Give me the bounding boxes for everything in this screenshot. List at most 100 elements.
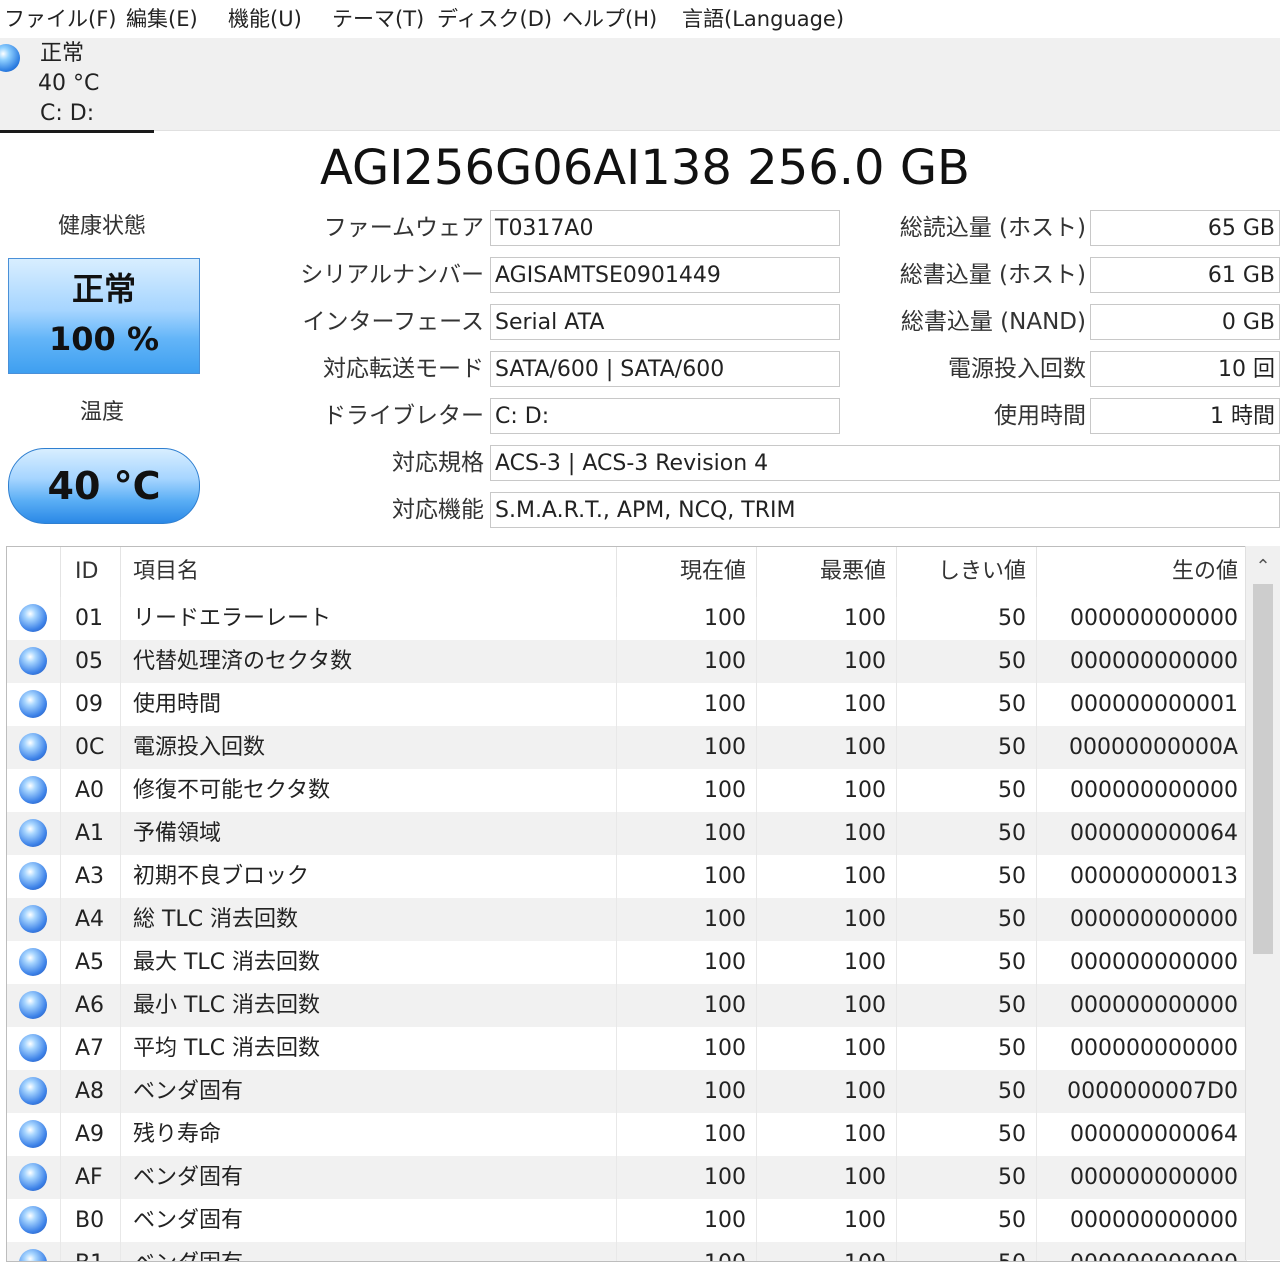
table-row[interactable]: A5 最大 TLC 消去回数 100 100 50 000000000000	[7, 941, 1247, 984]
table-row[interactable]: 09 使用時間 100 100 50 000000000001	[7, 683, 1247, 726]
table-row[interactable]: B1ベンダ固有10010050000000000000	[7, 1242, 1247, 1261]
status-cell	[7, 597, 61, 640]
table-row[interactable]: A8 ベンダ固有 100 100 50 0000000007D0	[7, 1070, 1247, 1113]
menu-help[interactable]: ヘルプ(H)	[562, 4, 657, 34]
header-name[interactable]: 項目名	[121, 547, 617, 597]
power-on-hours-label: 使用時間	[994, 403, 1086, 429]
cell-id: A0	[61, 769, 121, 812]
health-percent: 100 %	[49, 320, 159, 358]
cell-threshold: 50	[897, 812, 1037, 855]
scroll-thumb[interactable]	[1253, 584, 1273, 954]
status-cell	[7, 898, 61, 941]
cell-raw: 000000000013	[1037, 855, 1247, 898]
header-worst[interactable]: 最悪値	[757, 547, 897, 597]
table-row[interactable]: A3 初期不良ブロック 100 100 50 000000000013	[7, 855, 1247, 898]
standard-label: 対応規格	[392, 450, 484, 476]
table-row[interactable]: B0 ベンダ固有 100 100 50 000000000000	[7, 1199, 1247, 1242]
standard-field: ACS-3 | ACS-3 Revision 4	[490, 445, 1280, 481]
table-row[interactable]: A0 修復不可能セクタ数 100 100 50 000000000000	[7, 769, 1247, 812]
cell-name: ベンダ固有	[121, 1242, 617, 1261]
cell-name: ベンダ固有	[121, 1199, 617, 1242]
menu-function[interactable]: 機能(U)	[228, 4, 302, 34]
cell-name: 代替処理済のセクタ数	[121, 640, 617, 683]
health-label: 健康状態	[57, 214, 146, 239]
table-row[interactable]: AF ベンダ固有 100 100 50 000000000000	[7, 1156, 1247, 1199]
cell-current: 100	[617, 640, 757, 683]
header-threshold[interactable]: しきい値	[897, 547, 1037, 597]
cell-current: 100	[617, 1113, 757, 1156]
cell-threshold: 50	[897, 1242, 1037, 1261]
power-on-count-field: 10 回	[1090, 351, 1280, 387]
cell-id: B1	[61, 1242, 121, 1261]
cell-current: 100	[617, 769, 757, 812]
cell-raw: 000000000001	[1037, 683, 1247, 726]
cell-id: A7	[61, 1027, 121, 1070]
cell-threshold: 50	[897, 898, 1037, 941]
smart-table[interactable]: ID 項目名 現在値 最悪値 しきい値 生の値 01 リードエラーレート 100 10…	[6, 546, 1280, 1262]
header-id[interactable]: ID	[61, 547, 121, 597]
drive-tab[interactable]: 正常 40 °C C: D:	[0, 38, 154, 133]
cell-threshold: 50	[897, 640, 1037, 683]
cell-threshold: 50	[897, 1027, 1037, 1070]
cell-id: A8	[61, 1070, 121, 1113]
serial-label: シリアルナンバー	[300, 262, 484, 288]
table-row[interactable]: A1 予備領域 100 100 50 000000000064	[7, 812, 1247, 855]
cell-raw: 000000000064	[1037, 812, 1247, 855]
cell-worst: 100	[757, 769, 897, 812]
table-row[interactable]: A4 総 TLC 消去回数 100 100 50 000000000000	[7, 898, 1247, 941]
cell-current: 100	[617, 1199, 757, 1242]
cell-worst: 100	[757, 941, 897, 984]
cell-worst: 100	[757, 1156, 897, 1199]
header-raw[interactable]: 生の値	[1037, 547, 1247, 597]
cell-threshold: 50	[897, 597, 1037, 640]
power-on-hours-field: 1 時間	[1090, 398, 1280, 434]
header-status[interactable]	[7, 547, 61, 597]
status-cell	[7, 984, 61, 1027]
status-cell	[7, 1199, 61, 1242]
cell-id: AF	[61, 1156, 121, 1199]
cell-raw: 000000000000	[1037, 769, 1247, 812]
vertical-scrollbar[interactable]: ⌃	[1245, 546, 1280, 1260]
drive-letter-label: ドライブレター	[323, 403, 484, 429]
status-good-icon	[19, 1249, 47, 1261]
cell-raw: 0000000007D0	[1037, 1070, 1247, 1113]
table-row[interactable]: A7 平均 TLC 消去回数 100 100 50 000000000000	[7, 1027, 1247, 1070]
cell-name: 最大 TLC 消去回数	[121, 941, 617, 984]
health-status-button[interactable]: 正常 100 %	[8, 258, 200, 374]
status-cell	[7, 1113, 61, 1156]
menu-file[interactable]: ファイル(F)	[4, 4, 116, 34]
cell-id: A5	[61, 941, 121, 984]
cell-current: 100	[617, 597, 757, 640]
header-current[interactable]: 現在値	[617, 547, 757, 597]
cell-id: A1	[61, 812, 121, 855]
menu-theme[interactable]: テーマ(T)	[332, 4, 424, 34]
cell-current: 100	[617, 1156, 757, 1199]
scroll-up-arrow-icon[interactable]: ⌃	[1246, 550, 1280, 584]
cell-raw: 000000000000	[1037, 1199, 1247, 1242]
cell-name: 最小 TLC 消去回数	[121, 984, 617, 1027]
cell-threshold: 50	[897, 1199, 1037, 1242]
menu-disk[interactable]: ディスク(D)	[437, 4, 552, 34]
cell-id: 05	[61, 640, 121, 683]
table-row[interactable]: 0C 電源投入回数 100 100 50 00000000000A	[7, 726, 1247, 769]
table-row[interactable]: A6 最小 TLC 消去回数 100 100 50 000000000000	[7, 984, 1247, 1027]
power-on-count-label: 電源投入回数	[948, 356, 1086, 382]
cell-name: 平均 TLC 消去回数	[121, 1027, 617, 1070]
status-cell	[7, 1027, 61, 1070]
menu-edit[interactable]: 編集(E)	[126, 4, 198, 34]
cell-threshold: 50	[897, 941, 1037, 984]
features-field: S.M.A.R.T., APM, NCQ, TRIM	[490, 492, 1280, 528]
cell-current: 100	[617, 984, 757, 1027]
cell-current: 100	[617, 683, 757, 726]
cell-id: A3	[61, 855, 121, 898]
cell-raw: 000000000000	[1037, 1156, 1247, 1199]
status-good-icon	[19, 862, 47, 890]
status-good-icon	[19, 690, 47, 718]
temperature-button[interactable]: 40 °C	[8, 448, 200, 524]
table-row[interactable]: 05 代替処理済のセクタ数 100 100 50 000000000000	[7, 640, 1247, 683]
table-row[interactable]: 01 リードエラーレート 100 100 50 000000000000	[7, 597, 1247, 640]
cell-worst: 100	[757, 640, 897, 683]
menu-language[interactable]: 言語(Language)	[682, 4, 844, 34]
table-row[interactable]: A9 残り寿命 100 100 50 000000000064	[7, 1113, 1247, 1156]
cell-id: 0C	[61, 726, 121, 769]
